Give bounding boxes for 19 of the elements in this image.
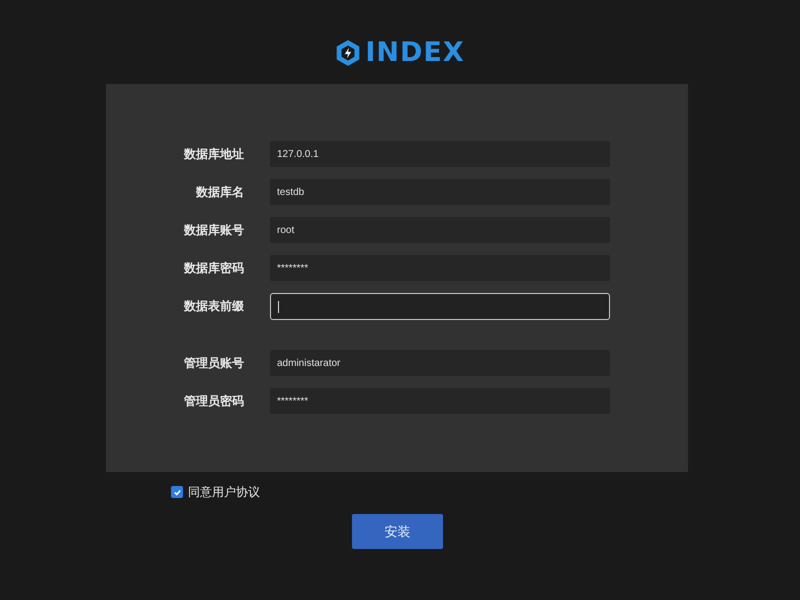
field-label: 数据库地址	[182, 146, 244, 162]
logo-text: INDEX	[365, 37, 465, 68]
field-label: 管理员账号	[183, 354, 244, 372]
field-label: 数据表前缀	[182, 298, 244, 315]
agreement-label[interactable]: 同意用户协议	[188, 484, 260, 500]
input-field[interactable]: root	[270, 217, 610, 243]
install-button[interactable]: 安装	[352, 514, 443, 549]
logo-icon	[335, 38, 362, 66]
input-field[interactable]: administarator	[270, 350, 610, 376]
field-label: 数据库账号	[182, 222, 244, 238]
input-field[interactable]: ********	[270, 388, 610, 414]
field-label: 管理员密码	[183, 392, 244, 410]
input-field[interactable]	[270, 293, 610, 320]
field-label: 数据库密码	[182, 260, 244, 276]
input-field[interactable]: testdb	[270, 179, 610, 205]
checkbox[interactable]	[171, 486, 183, 498]
field-label: 数据库名	[194, 184, 244, 200]
input-field[interactable]: ********	[270, 255, 610, 281]
input-field[interactable]: 127.0.0.1	[270, 141, 610, 167]
